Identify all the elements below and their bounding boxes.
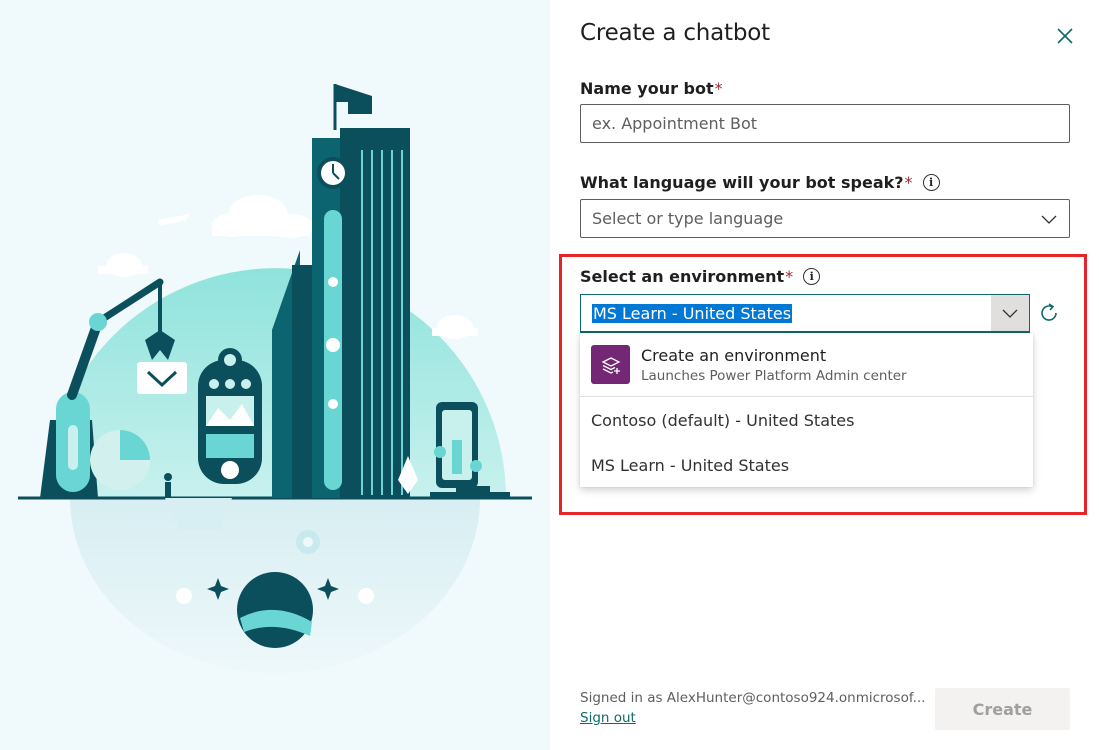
required-mark: * [714, 79, 723, 98]
city-illustration [18, 84, 532, 673]
language-label: What language will your bot speak? * i [580, 173, 940, 192]
name-label: Name your bot * [580, 79, 723, 98]
chevron-down-icon [1041, 215, 1057, 224]
dialog-title: Create a chatbot [580, 20, 770, 46]
hero-illustration [0, 0, 550, 750]
bot-name-input[interactable]: ex. Appointment Bot [580, 104, 1070, 143]
bot-name-placeholder: ex. Appointment Bot [592, 114, 758, 133]
sign-out-link[interactable]: Sign out [580, 710, 636, 726]
name-label-text: Name your bot [580, 79, 714, 98]
close-icon [1057, 28, 1073, 44]
environment-highlight-box [559, 254, 1087, 515]
close-button[interactable] [1053, 24, 1077, 48]
create-button[interactable]: Create [935, 688, 1070, 730]
info-icon[interactable]: i [922, 174, 940, 191]
signed-in-text: Signed in as AlexHunter@contoso924.onmic… [580, 690, 926, 706]
language-label-text: What language will your bot speak? [580, 173, 904, 192]
language-placeholder: Select or type language [592, 209, 784, 228]
required-mark: * [904, 173, 913, 192]
language-select[interactable]: Select or type language [580, 199, 1070, 238]
